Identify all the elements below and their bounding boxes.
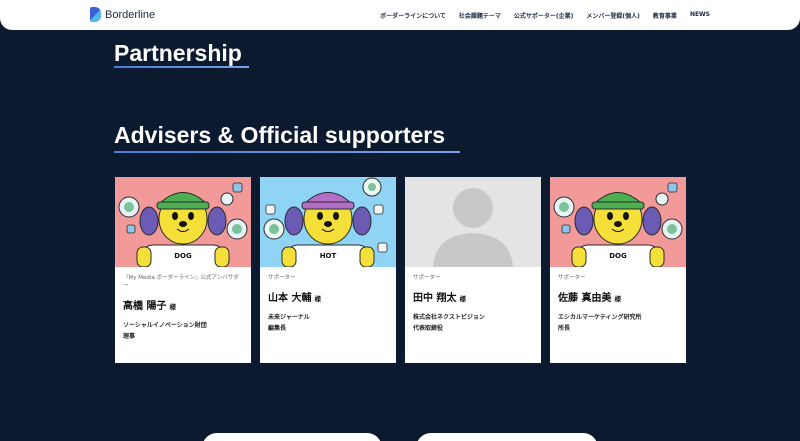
supporter-organization: 未来ジャーナル 編集長 — [268, 312, 388, 334]
org-line: 代表取締役 — [413, 325, 444, 332]
supporter-role: 『My Media ボーダーライン』公式アンバサダー — [123, 275, 239, 289]
supporter-name-text: 田中 翔太 — [413, 293, 457, 304]
supporter-name: 高橋 陽子様 — [123, 297, 243, 312]
dog-mascot-icon: DOG — [115, 177, 251, 267]
site-header: Borderline ボーダーラインについて 社会課題テーマ 公式サポーター(企… — [0, 0, 800, 30]
supporter-name-text: 高橋 陽子 — [123, 301, 167, 312]
supporter-organization: ソーシャルイノベーション財団 理事 — [123, 320, 243, 342]
nav-item-themes[interactable]: 社会課題テーマ — [459, 11, 501, 20]
org-line: ソーシャルイノベーション財団 — [123, 322, 207, 329]
default-avatar-icon — [405, 177, 541, 267]
nav-item-corporate-supporters[interactable]: 公式サポーター(企業) — [514, 11, 574, 20]
org-line: 株式会社ネクストビジョン — [413, 314, 485, 321]
svg-text:DOG: DOG — [174, 252, 192, 260]
logo-text: Borderline — [105, 8, 156, 21]
org-line: エシカルマーケティング研究所 — [558, 314, 642, 321]
supporter-role: サポーター — [558, 275, 586, 281]
supporter-cards: DOG 『My Media ボーダーライン』公式アンバサダー 高橋 陽子様 ソー… — [115, 177, 686, 363]
supporter-card[interactable]: DOG サポーター 佐藤 真由美様 エシカルマーケティング研究所 所長 — [550, 177, 686, 363]
honorific: 様 — [459, 295, 466, 303]
org-line: 所長 — [558, 325, 571, 332]
partnership-title: Partnership — [114, 40, 242, 66]
supporter-image: HOT — [260, 177, 396, 267]
svg-text:HOT: HOT — [320, 252, 337, 260]
honorific: 様 — [314, 295, 321, 303]
bottom-button-right[interactable] — [416, 433, 598, 441]
dog-mascot-icon: DOG — [550, 177, 686, 267]
supporter-card[interactable]: HOT サポーター 山本 大輔様 未来ジャーナル 編集長 — [260, 177, 396, 363]
svg-text:DOG: DOG — [609, 252, 627, 260]
nav-item-member-registration[interactable]: メンバー登録(個人) — [586, 11, 640, 20]
honorific: 様 — [614, 295, 621, 303]
supporter-role: サポーター — [413, 275, 441, 281]
supporter-role: サポーター — [268, 275, 296, 281]
supporter-image: DOG — [550, 177, 686, 267]
supporter-name: 山本 大輔様 — [268, 289, 388, 304]
supporter-name: 田中 翔太様 — [413, 289, 533, 304]
supporter-name: 佐藤 真由美様 — [558, 289, 678, 304]
partnership-title-underline — [114, 66, 249, 68]
supporter-organization: 株式会社ネクストビジョン 代表取締役 — [413, 312, 533, 334]
supporter-name-text: 山本 大輔 — [268, 293, 312, 304]
hot-mascot-icon: HOT — [260, 177, 396, 267]
supporter-organization: エシカルマーケティング研究所 所長 — [558, 312, 678, 334]
supporter-image — [405, 177, 541, 267]
supporter-card[interactable]: サポーター 田中 翔太様 株式会社ネクストビジョン 代表取締役 — [405, 177, 541, 363]
supporter-image: DOG — [115, 177, 251, 267]
advisers-title: Advisers & Official supporters — [114, 122, 446, 148]
site-logo[interactable]: Borderline — [90, 7, 155, 22]
nav-item-about[interactable]: ボーダーラインについて — [380, 11, 446, 20]
main-nav: ボーダーラインについて 社会課題テーマ 公式サポーター(企業) メンバー登録(個… — [380, 11, 710, 20]
org-line: 編集長 — [268, 325, 287, 332]
honorific: 様 — [169, 303, 176, 311]
supporter-card[interactable]: DOG 『My Media ボーダーライン』公式アンバサダー 高橋 陽子様 ソー… — [115, 177, 251, 363]
advisers-title-underline — [114, 151, 460, 153]
logo-mark-icon — [90, 7, 101, 22]
bottom-button-left[interactable] — [202, 433, 382, 441]
nav-item-news[interactable]: NEWS — [690, 11, 710, 20]
supporter-name-text: 佐藤 真由美 — [558, 293, 612, 304]
nav-item-education[interactable]: 教育事業 — [653, 11, 677, 20]
org-line: 理事 — [123, 333, 136, 340]
org-line: 未来ジャーナル — [268, 314, 310, 321]
